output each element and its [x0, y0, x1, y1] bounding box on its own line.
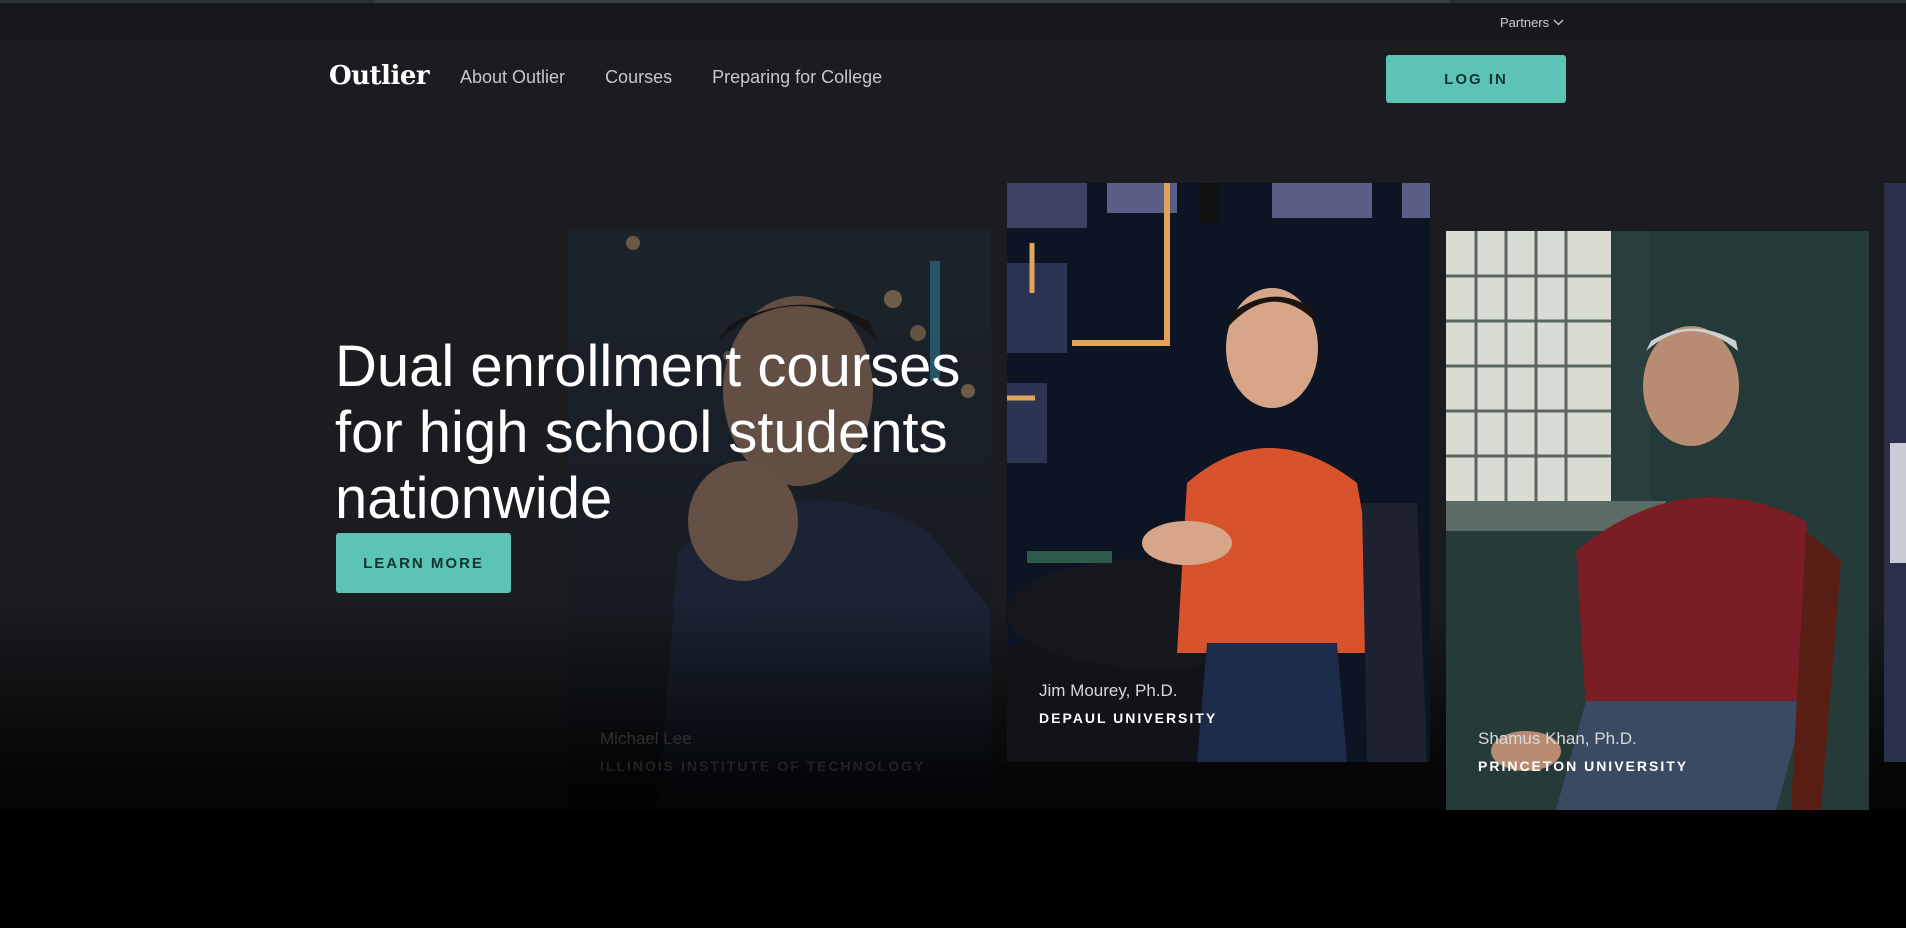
nav-link-courses[interactable]: Courses	[605, 67, 672, 88]
chevron-down-icon	[1553, 19, 1564, 26]
hero-title: Dual enrollment courses for high school …	[335, 333, 961, 531]
utility-bar: Partners	[0, 3, 1906, 39]
instructor-name: Jim Mourey, Ph.D.	[1039, 681, 1178, 700]
learn-more-button[interactable]: LEARN MORE	[336, 533, 511, 593]
instructor-school: DEPAUL UNIVERSITY	[1039, 710, 1218, 726]
main-nav: Outlier About Outlier Courses Preparing …	[0, 39, 1906, 119]
instructor-card-shamus-khan[interactable]: Shamus Khan, Ph.D. PRINCETON UNIVERSITY	[1446, 231, 1869, 810]
nav-link-about[interactable]: About Outlier	[460, 67, 565, 88]
instructor-name: Shamus Khan, Ph.D.	[1478, 729, 1637, 748]
instructor-photo	[1884, 183, 1906, 762]
partners-dropdown[interactable]: Partners	[1500, 15, 1564, 30]
nav-links: About Outlier Courses Preparing for Coll…	[460, 67, 882, 88]
nav-link-preparing[interactable]: Preparing for College	[712, 67, 882, 88]
instructor-school: ILLINOIS INSTITUTE OF TECHNOLOGY	[600, 758, 926, 774]
instructor-photo	[1446, 231, 1869, 810]
instructor-card-jim-mourey[interactable]: Jim Mourey, Ph.D. DEPAUL UNIVERSITY	[1007, 183, 1430, 762]
instructor-card-partial[interactable]	[1884, 183, 1906, 762]
partners-label: Partners	[1500, 15, 1550, 30]
instructor-school: PRINCETON UNIVERSITY	[1478, 758, 1689, 774]
outlier-logo[interactable]: Outlier	[329, 61, 430, 91]
instructor-photo	[1007, 183, 1430, 762]
instructor-name: Michael Lee	[600, 729, 692, 748]
login-button[interactable]: LOG IN	[1386, 55, 1566, 103]
page-bottom-section	[0, 810, 1906, 928]
